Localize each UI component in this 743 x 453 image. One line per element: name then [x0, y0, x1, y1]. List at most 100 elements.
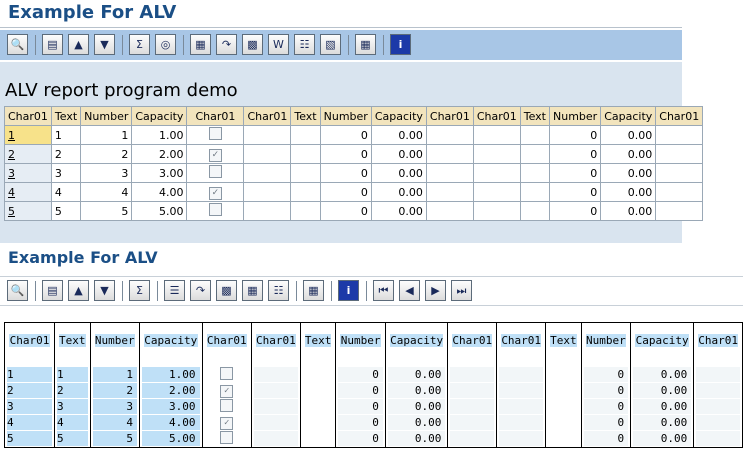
row-link[interactable]: 2 [8, 148, 15, 161]
char-cell [696, 431, 740, 446]
column-header[interactable]: Char01 [472, 106, 521, 126]
previous-page-icon[interactable]: ◀ [399, 280, 420, 301]
checkbox[interactable] [220, 398, 234, 412]
column-header[interactable]: Capacity [138, 322, 203, 359]
export-icon[interactable]: ↷ [190, 280, 211, 301]
checkbox[interactable] [208, 127, 222, 140]
column-header[interactable]: Number [89, 322, 140, 359]
layout-icon[interactable]: ▦ [303, 280, 324, 301]
row-key-cell[interactable]: 4 [4, 182, 52, 202]
text-cell [290, 182, 321, 202]
sort-ascending-icon[interactable]: ▲ [68, 280, 89, 301]
column-header[interactable]: Char01 [693, 322, 743, 359]
filter-icon[interactable]: ▼ [94, 34, 115, 55]
text-cell: 1 [57, 367, 88, 382]
row-link[interactable]: 4 [8, 186, 15, 199]
export-icon[interactable]: ▦ [190, 34, 211, 55]
row-key-cell[interactable]: 4 [7, 415, 53, 430]
column-header[interactable]: Char01 [447, 322, 497, 359]
capacity-cell: 0.00 [387, 415, 446, 430]
column-header[interactable]: Text [50, 106, 82, 126]
column-header[interactable]: Text [545, 322, 582, 359]
checkbox[interactable] [208, 203, 222, 216]
row-link[interactable]: 3 [8, 167, 15, 180]
last-page-icon[interactable]: ⏭ [451, 280, 472, 301]
sum-icon[interactable]: Σ [129, 34, 150, 55]
layout-icon[interactable]: ▦ [355, 34, 376, 55]
abc-analysis-icon[interactable]: ☷ [294, 34, 315, 55]
next-page-icon[interactable]: ▶ [425, 280, 446, 301]
column-header[interactable]: Capacity [370, 106, 427, 126]
char-cell [655, 163, 704, 183]
column-header[interactable]: Text [299, 322, 336, 359]
row-key-cell[interactable]: 1 [4, 125, 52, 145]
column-header[interactable]: Char01 [496, 322, 546, 359]
column-header[interactable]: Capacity [131, 106, 188, 126]
column-header[interactable]: Char01 [186, 106, 245, 126]
capacity-cell: 0.00 [387, 383, 446, 398]
print-icon[interactable]: ▤ [42, 280, 63, 301]
checkbox[interactable] [220, 366, 234, 380]
detail-icon[interactable]: 🔍 [7, 280, 28, 301]
column-header[interactable]: Number [335, 322, 386, 359]
column-header[interactable]: Char01 [243, 106, 292, 126]
column-header[interactable]: Capacity [384, 322, 448, 359]
column-header[interactable]: Char01 [4, 106, 52, 126]
capacity-cell: 0.00 [387, 431, 446, 446]
checkbox-checked[interactable]: ✓ [208, 186, 222, 200]
graphic-icon[interactable]: ▧ [320, 34, 341, 55]
local-file-icon[interactable]: ▩ [242, 34, 263, 55]
column-header[interactable]: Number [548, 106, 602, 126]
sum-icon[interactable]: Σ [129, 280, 150, 301]
local-file-icon[interactable]: ▦ [242, 280, 263, 301]
row-key-cell[interactable]: 1 [7, 367, 53, 382]
column-header[interactable]: Char01 [655, 106, 704, 126]
char-cell [450, 415, 495, 430]
column-header[interactable]: Char01 [201, 322, 252, 359]
sort-ascending-icon[interactable]: ▲ [68, 34, 89, 55]
print-icon[interactable]: ▤ [42, 34, 63, 55]
row-key-cell[interactable]: 5 [4, 201, 52, 221]
checkbox-checked[interactable]: ✓ [220, 417, 234, 430]
word-processing-icon[interactable]: W [268, 34, 289, 55]
column-header[interactable]: Capacity [600, 106, 657, 126]
report-header-title: Example For ALV [8, 248, 158, 267]
filter-icon[interactable]: ▼ [94, 280, 115, 301]
column-header[interactable]: Char01 [250, 322, 301, 359]
text-cell: 3 [50, 163, 82, 183]
column-header[interactable]: Char01 [3, 322, 55, 359]
row-key-cell[interactable]: 2 [7, 383, 53, 398]
column-header[interactable]: Number [580, 322, 631, 359]
info-icon[interactable]: i [390, 34, 411, 55]
column-header[interactable]: Capacity [630, 322, 694, 359]
column-header[interactable]: Text [54, 322, 91, 359]
column-header[interactable]: Number [319, 106, 372, 126]
export-file-icon[interactable]: ▩ [216, 280, 237, 301]
checkbox[interactable] [208, 165, 222, 178]
info-icon[interactable]: i [338, 280, 359, 301]
abc-analysis-icon[interactable]: ☷ [268, 280, 289, 301]
row-link[interactable]: 5 [8, 205, 15, 218]
number-cell: 3 [80, 163, 133, 183]
column-header[interactable]: Text [290, 106, 321, 126]
column-header[interactable]: Char01 [425, 106, 474, 126]
checkbox-checked[interactable]: ✓ [220, 385, 234, 398]
capacity-cell: 0.00 [600, 144, 657, 164]
export-file-icon[interactable]: ↷ [216, 34, 237, 55]
row-key-cell[interactable]: 3 [7, 399, 53, 414]
row-link[interactable]: 1 [8, 129, 15, 142]
subtotal-icon[interactable]: ☰ [164, 280, 185, 301]
column-header[interactable]: Number [80, 106, 133, 126]
row-key-cell[interactable]: 5 [7, 431, 53, 446]
toolbar-separator [35, 280, 36, 301]
first-page-icon[interactable]: ⏮ [373, 280, 394, 301]
row-key-cell[interactable]: 2 [4, 144, 52, 164]
checkbox[interactable] [220, 430, 234, 444]
column-header[interactable]: Text [519, 106, 551, 126]
print-preview-icon[interactable]: ◎ [155, 34, 176, 55]
char-cell [472, 182, 521, 202]
checkbox-checked[interactable]: ✓ [208, 148, 222, 162]
detail-icon[interactable]: 🔍 [7, 34, 28, 55]
number-cell: 0 [583, 383, 629, 398]
row-key-cell[interactable]: 3 [4, 163, 52, 183]
